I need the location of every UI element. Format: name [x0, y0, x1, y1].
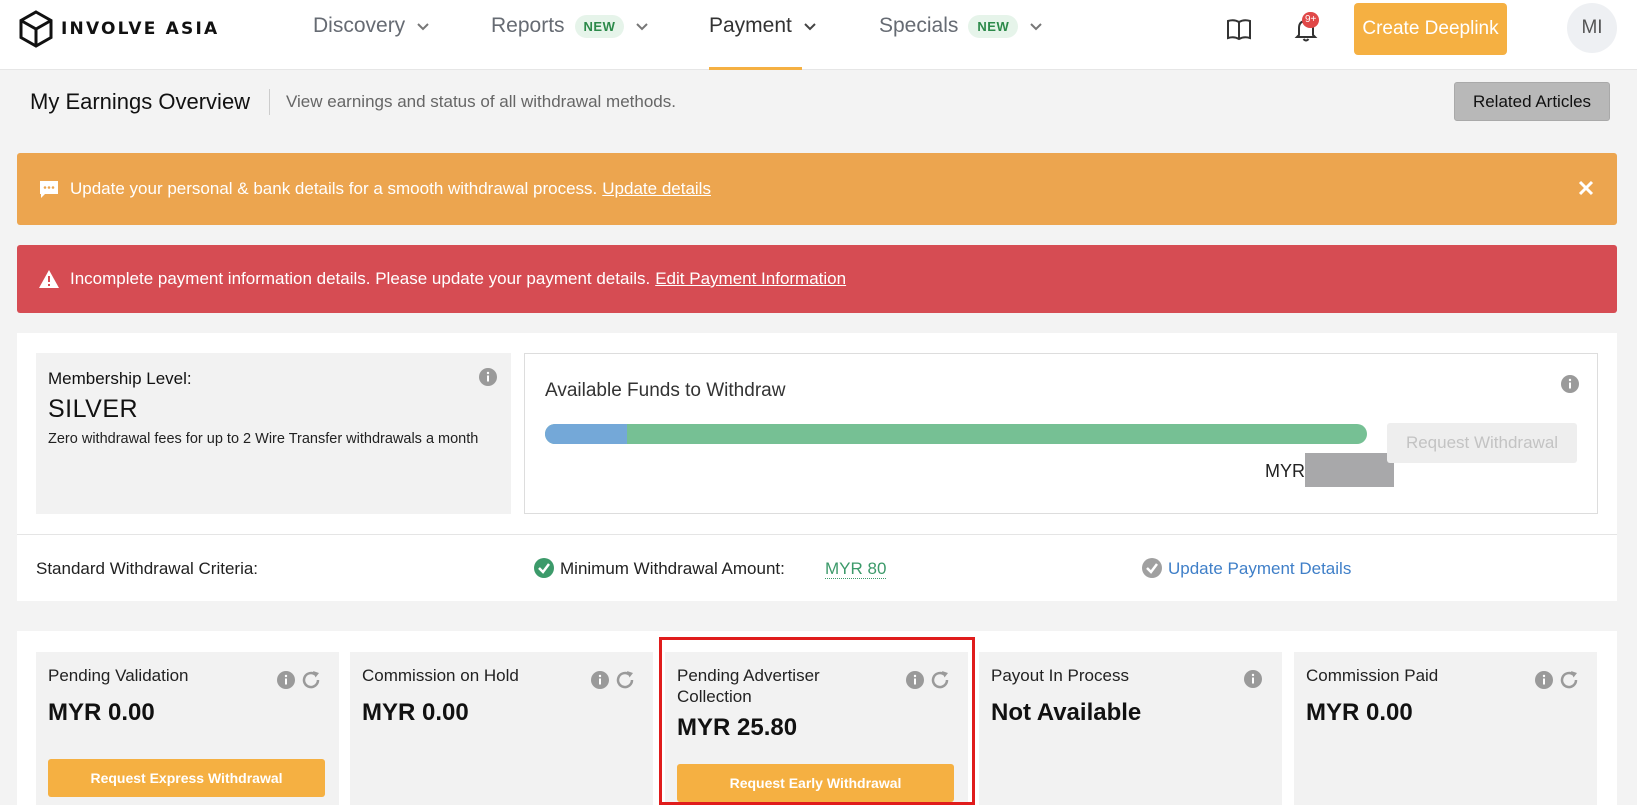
refresh-icon[interactable]: [1558, 669, 1580, 691]
card-title: Commission on Hold: [362, 666, 519, 685]
nav-payment[interactable]: Payment: [709, 12, 818, 40]
close-icon[interactable]: [1575, 177, 1597, 199]
card-title: Pending Validation: [48, 666, 189, 685]
top-nav: INVOLVE ASIA Discovery Reports NEW Payme…: [0, 0, 1637, 70]
refresh-icon[interactable]: [614, 669, 636, 691]
logo-text: INVOLVE ASIA: [61, 19, 220, 39]
alert-text: Incomplete payment information details. …: [70, 269, 651, 288]
highlight-box: [659, 637, 975, 805]
funds-currency: MYR: [1265, 461, 1305, 481]
update-payment-details-link[interactable]: Update Payment Details: [1168, 559, 1351, 579]
chevron-down-icon: [1030, 23, 1042, 31]
min-withdrawal-value[interactable]: MYR 80: [825, 559, 887, 579]
chevron-down-icon: [636, 23, 649, 31]
info-icon[interactable]: [590, 670, 610, 690]
chevron-down-icon: [804, 23, 816, 31]
card-amount: MYR 0.00: [362, 699, 469, 726]
card-commission-paid: Commission Paid MYR 0.00: [1294, 652, 1597, 805]
divider: [17, 534, 1617, 535]
info-icon[interactable]: [1534, 670, 1554, 690]
chevron-down-icon: [417, 23, 429, 31]
chat-icon: [40, 181, 58, 198]
info-icon[interactable]: [1560, 374, 1580, 394]
logo-hexagon-icon: [19, 10, 53, 48]
funds-progress-bar: [545, 424, 1367, 444]
create-deeplink-button[interactable]: Create Deeplink: [1354, 3, 1507, 55]
funds-amount-masked: [1305, 453, 1394, 487]
check-circle-icon: [1142, 558, 1162, 578]
new-badge: NEW: [574, 14, 625, 38]
funds-progress-fill: [545, 424, 628, 444]
card-amount: MYR 0.00: [48, 699, 155, 726]
nav-reports-label: Reports: [491, 14, 565, 37]
info-icon[interactable]: [478, 367, 498, 387]
card-title: Commission Paid: [1306, 666, 1439, 685]
available-funds-box: Available Funds to Withdraw MYR Request …: [524, 353, 1598, 514]
new-badge: NEW: [968, 14, 1019, 38]
membership-label: Membership Level:: [48, 369, 192, 388]
membership-box: Membership Level: SILVER Zero withdrawal…: [36, 353, 511, 514]
page-subtitle: View earnings and status of all withdraw…: [286, 92, 676, 111]
nav-discovery[interactable]: Discovery: [313, 12, 431, 40]
card-payout-in-process: Payout In Process Not Available: [979, 652, 1282, 805]
update-details-link[interactable]: Update details: [602, 179, 711, 199]
card-title: Payout In Process: [991, 666, 1129, 685]
earnings-overview-panel: Membership Level: SILVER Zero withdrawal…: [17, 333, 1617, 601]
card-pending-validation: Pending Validation MYR 0.00 Request Expr…: [36, 652, 339, 805]
membership-level: SILVER: [48, 395, 139, 423]
nav-specials-label: Specials: [879, 14, 959, 37]
nav-specials[interactable]: Specials NEW: [879, 12, 1044, 40]
alert-text: Update your personal & bank details for …: [70, 179, 598, 198]
card-commission-on-hold: Commission on Hold MYR 0.00: [350, 652, 653, 805]
warning-icon: [39, 270, 59, 288]
related-articles-button[interactable]: Related Articles: [1454, 82, 1610, 121]
payment-info-alert: Incomplete payment information details. …: [17, 245, 1617, 313]
nav-discovery-label: Discovery: [313, 14, 406, 37]
info-icon[interactable]: [1243, 669, 1263, 689]
title-divider: [269, 89, 270, 115]
update-details-alert: Update your personal & bank details for …: [17, 153, 1617, 225]
card-amount: MYR 0.00: [1306, 699, 1413, 726]
nav-payment-label: Payment: [709, 14, 792, 37]
min-withdrawal-label: Minimum Withdrawal Amount:: [560, 559, 785, 578]
edit-payment-info-link[interactable]: Edit Payment Information: [655, 269, 846, 289]
avatar[interactable]: MI: [1567, 3, 1617, 53]
card-amount: Not Available: [991, 699, 1142, 726]
check-circle-icon: [534, 558, 554, 578]
refresh-icon[interactable]: [300, 669, 322, 691]
request-express-withdrawal-button[interactable]: Request Express Withdrawal: [48, 759, 325, 797]
info-icon[interactable]: [276, 670, 296, 690]
criteria-label: Standard Withdrawal Criteria:: [36, 559, 259, 578]
request-withdrawal-button[interactable]: Request Withdrawal: [1387, 423, 1577, 463]
nav-reports[interactable]: Reports NEW: [491, 12, 650, 40]
membership-description: Zero withdrawal fees for up to 2 Wire Tr…: [48, 431, 479, 447]
logo[interactable]: INVOLVE ASIA: [16, 9, 219, 49]
funds-title: Available Funds to Withdraw: [545, 380, 786, 401]
book-icon[interactable]: [1224, 14, 1254, 44]
active-nav-indicator: [709, 67, 802, 70]
page-title: My Earnings Overview: [30, 89, 251, 114]
